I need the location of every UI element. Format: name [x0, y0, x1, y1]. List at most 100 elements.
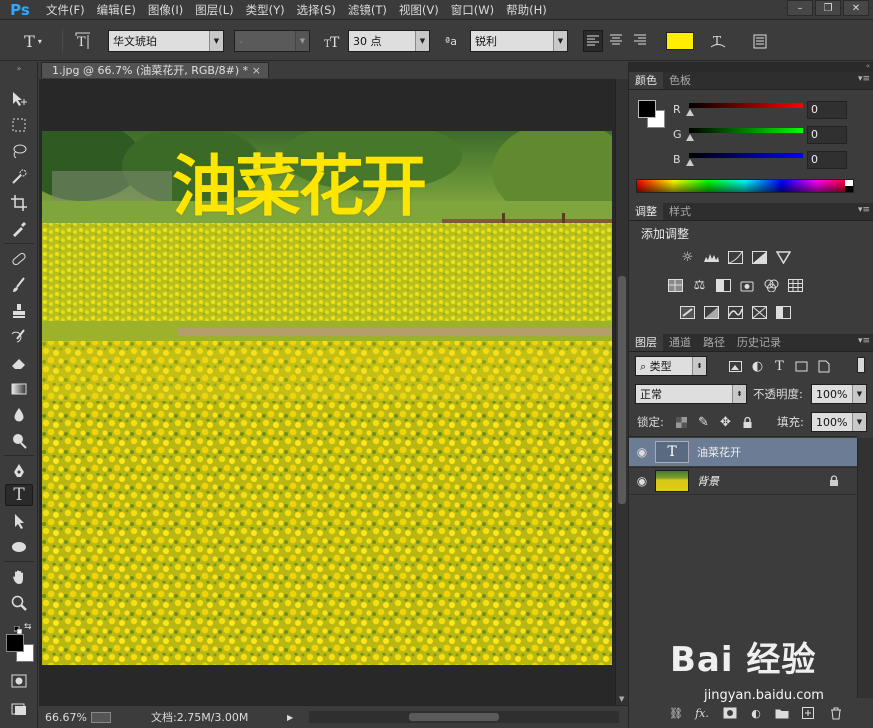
align-right-icon[interactable]	[631, 30, 651, 52]
eyedropper-tool-icon[interactable]	[5, 218, 33, 240]
healing-brush-tool-icon[interactable]	[5, 248, 33, 270]
quick-mask-icon[interactable]	[5, 670, 33, 692]
filter-type-icon[interactable]: T	[771, 359, 788, 374]
green-slider[interactable]: G 0	[673, 125, 863, 147]
tab-layers[interactable]: 图层	[629, 334, 663, 351]
red-slider[interactable]: R 0	[673, 100, 863, 122]
eraser-tool-icon[interactable]	[5, 352, 33, 374]
warp-text-icon[interactable]: T	[706, 30, 730, 52]
close-document-icon[interactable]: ×	[252, 63, 261, 78]
selective-color-icon[interactable]	[775, 305, 792, 319]
color-lookup-icon[interactable]	[787, 278, 804, 292]
vibrance-icon[interactable]	[775, 250, 792, 264]
character-panel-icon[interactable]	[748, 30, 772, 52]
red-value-field[interactable]: 0	[807, 101, 847, 119]
status-menu-arrow[interactable]: ▶	[287, 713, 293, 722]
lasso-tool-icon[interactable]	[5, 140, 33, 162]
menu-type[interactable]: 类型(Y)	[240, 0, 291, 20]
close-button[interactable]: ✕	[843, 0, 869, 16]
font-size-select[interactable]: 30 点 ▼	[348, 30, 430, 52]
visibility-eye-icon[interactable]: ◉	[629, 474, 655, 488]
path-selection-tool-icon[interactable]	[5, 510, 33, 532]
restore-button[interactable]: ❐	[815, 0, 841, 16]
swap-colors-icon[interactable]: ⇆	[24, 622, 34, 632]
menu-filter[interactable]: 滤镜(T)	[342, 0, 393, 20]
ellipse-tool-icon[interactable]	[5, 536, 33, 558]
document-tab[interactable]: 1.jpg @ 66.7% (油菜花开, RGB/8#) * ×	[41, 62, 269, 78]
fill-field[interactable]: 100% ▼	[811, 412, 867, 432]
filter-smart-object-icon[interactable]	[815, 359, 832, 373]
green-value-field[interactable]: 0	[807, 126, 847, 144]
type-tool-preset-icon[interactable]: T ▾	[22, 30, 44, 52]
menu-window[interactable]: 窗口(W)	[445, 0, 500, 20]
align-left-icon[interactable]	[583, 30, 603, 52]
blur-tool-icon[interactable]	[5, 404, 33, 426]
tab-paths[interactable]: 路径	[697, 334, 731, 351]
lock-pixels-icon[interactable]: ✎	[695, 415, 712, 430]
panel-menu-icon[interactable]: ▾≡	[858, 74, 870, 84]
layer-name[interactable]: 背景	[697, 473, 719, 489]
default-colors-icon[interactable]	[13, 624, 23, 635]
tab-color[interactable]: 颜色	[629, 72, 663, 89]
menu-layer[interactable]: 图层(L)	[189, 0, 239, 20]
channel-mixer-icon[interactable]	[763, 278, 780, 292]
layer-row-background[interactable]: ◉ 背景	[629, 467, 857, 495]
tab-history[interactable]: 历史记录	[731, 334, 787, 351]
layer-row-text[interactable]: ◉ T 油菜花开	[629, 438, 857, 466]
menu-edit[interactable]: 编辑(E)	[91, 0, 142, 20]
horizontal-scrollbar[interactable]	[309, 711, 619, 723]
horizontal-scroll-thumb[interactable]	[409, 713, 499, 721]
text-color-swatch[interactable]	[666, 32, 694, 50]
move-tool-icon[interactable]	[5, 88, 33, 110]
status-preview-icon[interactable]	[91, 711, 111, 723]
text-layer-overlay[interactable]: 油菜花开	[172, 148, 512, 228]
panel-menu-icon[interactable]: ▾≡	[858, 205, 870, 215]
zoom-tool-icon[interactable]	[5, 592, 33, 614]
menu-help[interactable]: 帮助(H)	[500, 0, 553, 20]
blue-value-field[interactable]: 0	[807, 151, 847, 169]
font-family-select[interactable]: 华文琥珀 ▼	[108, 30, 224, 52]
exposure-icon[interactable]	[751, 250, 768, 264]
filter-shape-icon[interactable]	[793, 359, 810, 373]
blue-slider[interactable]: B 0	[673, 150, 863, 172]
menu-view[interactable]: 视图(V)	[393, 0, 445, 20]
hue-saturation-icon[interactable]	[667, 278, 684, 292]
color-balance-icon[interactable]: ⚖	[691, 278, 708, 293]
marquee-tool-icon[interactable]	[5, 114, 33, 136]
menu-select[interactable]: 选择(S)	[291, 0, 342, 20]
menu-file[interactable]: 文件(F)	[40, 0, 91, 20]
history-brush-tool-icon[interactable]	[5, 326, 33, 348]
tab-styles[interactable]: 样式	[663, 203, 697, 220]
filter-adjustment-icon[interactable]: ◐	[749, 359, 766, 374]
opacity-field[interactable]: 100% ▼	[811, 384, 867, 404]
curves-icon[interactable]	[727, 250, 744, 264]
tab-swatches[interactable]: 色板	[663, 72, 697, 89]
vertical-scrollbar[interactable]: ▼	[615, 79, 628, 705]
scroll-down-icon[interactable]: ▼	[619, 695, 624, 703]
color-fg-swatch[interactable]	[638, 100, 656, 118]
screen-mode-icon[interactable]	[5, 698, 33, 720]
type-tool-icon[interactable]: T	[5, 484, 33, 506]
quick-select-tool-icon[interactable]	[5, 166, 33, 188]
minimize-button[interactable]: –	[787, 0, 813, 16]
tab-adjustments[interactable]: 调整	[629, 203, 663, 220]
color-spectrum[interactable]	[636, 179, 854, 193]
blend-mode-select[interactable]: 正常 ⬍	[635, 384, 747, 404]
antialias-select[interactable]: 锐利 ▼	[470, 30, 568, 52]
clone-stamp-tool-icon[interactable]	[5, 300, 33, 322]
align-center-icon[interactable]	[607, 30, 627, 52]
foreground-color-swatch[interactable]	[6, 634, 24, 652]
vertical-scroll-thumb[interactable]	[618, 276, 626, 504]
threshold-icon[interactable]	[727, 305, 744, 319]
panel-menu-icon[interactable]: ▾≡	[858, 336, 870, 346]
crop-tool-icon[interactable]	[5, 192, 33, 214]
filter-pixel-icon[interactable]	[727, 359, 744, 373]
brush-tool-icon[interactable]	[5, 274, 33, 296]
hand-tool-icon[interactable]	[5, 566, 33, 588]
tab-channels[interactable]: 通道	[663, 334, 697, 351]
invert-icon[interactable]	[679, 305, 696, 319]
lock-transparent-icon[interactable]	[673, 415, 690, 429]
pen-tool-icon[interactable]	[5, 460, 33, 482]
black-white-icon[interactable]	[715, 278, 732, 292]
filter-toggle[interactable]	[857, 357, 865, 373]
